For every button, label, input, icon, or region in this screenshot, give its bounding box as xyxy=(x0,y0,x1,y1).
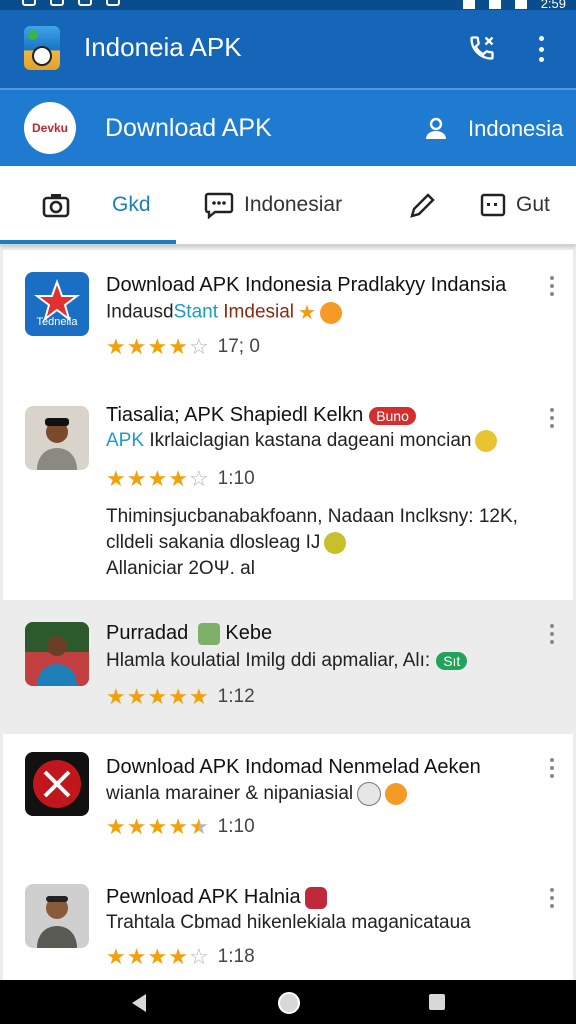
app-title: Download APK Indonesia Pradlakyy Indansi… xyxy=(106,274,507,296)
rating-stars: ★ ★ ★ ★ ☆ 17; 0 xyxy=(106,334,260,359)
app-title: Purradad Kebe xyxy=(106,622,273,645)
app-title: Tiasalia; APK Shapiedl Kelkn Buno xyxy=(106,404,416,427)
rating-stars: ★ ★ ★ ★ ★ 1:12 xyxy=(106,684,255,709)
rating-stars: ★ ★ ★ ★ ☆ 1:10 xyxy=(106,466,255,491)
system-nav-bar xyxy=(0,980,576,1024)
window-icon xyxy=(480,193,506,217)
brand-logo[interactable]: Devku xyxy=(24,102,76,154)
app-logo xyxy=(24,26,60,70)
app-details: Thiminsjucbanabakfoann, Nadaan Inclksny:… xyxy=(106,506,518,527)
rating-text: 1:10 xyxy=(217,468,255,489)
new-badge: Buno xyxy=(369,406,416,425)
app-description: Trahtala Cbmad hikenlekiala maganicataua xyxy=(106,912,471,933)
rating-text: 1:10 xyxy=(217,816,255,837)
rating-stars: ★ ★ ★ ★ ★ 1:10 xyxy=(106,814,255,839)
frog-emoji-icon xyxy=(324,532,347,554)
star-emoji-icon: ★ xyxy=(298,302,316,324)
more-options-icon[interactable] xyxy=(549,276,555,296)
pepper-emoji-icon xyxy=(304,886,327,909)
app-description: IndausdStant Imdesial ★ xyxy=(106,300,342,325)
rating-text: 1:12 xyxy=(217,686,255,707)
active-tab-indicator xyxy=(0,240,176,244)
app-title: Indoneia APK xyxy=(84,32,242,62)
signal-icon xyxy=(488,0,501,9)
tab-camera-icon[interactable] xyxy=(42,166,70,244)
tab-gut[interactable]: Gut xyxy=(480,166,550,244)
chat-icon xyxy=(204,192,234,219)
tab-edit[interactable] xyxy=(408,166,438,244)
camera-icon xyxy=(42,194,70,218)
face-emoji-icon xyxy=(319,301,342,324)
list-item[interactable]: Download APK Indomad Nenmelad Aeken wian… xyxy=(3,734,573,865)
back-icon[interactable] xyxy=(132,994,146,1012)
list-item[interactable]: Tiasalia; APK Shapiedl Kelkn Buno APK Ikr… xyxy=(3,384,573,601)
battery-icon xyxy=(514,0,527,9)
app-title: Pewnload APK Halnia xyxy=(106,886,327,909)
rating-stars: ★ ★ ★ ★ ☆ 1:18 xyxy=(106,944,255,969)
app-details: clldeli sakania dlosleag IJ xyxy=(106,532,347,554)
app-description: APK Ikrlaiclagian kastana dageani moncia… xyxy=(106,430,498,452)
list-item[interactable]: Purradad Kebe Hlamla koulatial Imilg ddi… xyxy=(3,600,573,735)
app-list: Tedneila Download APK Indonesia Pradlaky… xyxy=(3,250,573,980)
bot-emoji-icon xyxy=(475,430,498,452)
person-icon[interactable] xyxy=(424,116,448,140)
tab-label: Indonesiar xyxy=(244,193,343,216)
notification-icon xyxy=(50,0,64,6)
region-label[interactable]: Indonesia xyxy=(468,116,563,142)
tab-label: Gkd xyxy=(112,193,151,216)
rating-text: 17; 0 xyxy=(217,336,260,357)
app-icon-label: Tedneila xyxy=(36,316,78,328)
app-bar: Indoneia APK xyxy=(0,10,576,88)
phone-icon[interactable] xyxy=(468,34,496,62)
app-details: Allaniciar 2OΨ. al xyxy=(106,558,255,579)
app-title: Download APK Indomad Nenmelad Aeken xyxy=(106,756,481,778)
rating-text: 1:18 xyxy=(217,946,255,967)
list-item[interactable]: Pewnload APK Halnia Trahtala Cbmad hiken… xyxy=(3,864,573,980)
sub-header-title: Download APK xyxy=(105,114,272,142)
wifi-icon xyxy=(462,0,475,9)
app-icon xyxy=(25,884,89,948)
plant-emoji-icon xyxy=(197,622,220,645)
app-description: Hlamla koulatial Imilg ddi apmaliar, Alı… xyxy=(106,650,468,672)
more-options-icon[interactable] xyxy=(549,888,555,908)
app-icon xyxy=(25,752,89,816)
face-emoji-icon xyxy=(385,783,408,805)
sub-header: Devku Download APK Indonesia xyxy=(0,88,576,166)
more-options-icon[interactable] xyxy=(549,408,555,428)
app-description: wianla marainer & nipaniasial xyxy=(106,782,408,806)
list-item[interactable]: Tedneila Download APK Indonesia Pradlaky… xyxy=(3,250,573,385)
notification-icons xyxy=(22,0,120,6)
grin-emoji-icon xyxy=(357,782,382,806)
app-icon: Tedneila xyxy=(25,272,89,336)
tab-gkd[interactable]: Gkd xyxy=(112,166,151,244)
notification-icon xyxy=(106,0,120,6)
notification-icon xyxy=(22,0,36,6)
recent-apps-icon[interactable] xyxy=(429,994,445,1010)
status-bar: 2:59 xyxy=(0,0,576,11)
notification-icon xyxy=(78,0,92,6)
more-options-icon[interactable] xyxy=(549,624,555,644)
overflow-menu-icon[interactable] xyxy=(536,36,546,62)
ball-icon xyxy=(32,46,52,66)
more-options-icon[interactable] xyxy=(549,758,555,778)
app-icon xyxy=(25,622,89,686)
tab-indonesiar[interactable]: Indonesiar xyxy=(204,166,342,244)
app-icon xyxy=(25,406,89,470)
edit-icon xyxy=(410,193,435,218)
tag-badge: Sıt xyxy=(436,651,468,670)
tab-label: Gut xyxy=(516,193,550,216)
home-icon[interactable] xyxy=(278,992,300,1014)
tab-bar: Gkd Indonesiar Gut xyxy=(0,166,576,245)
